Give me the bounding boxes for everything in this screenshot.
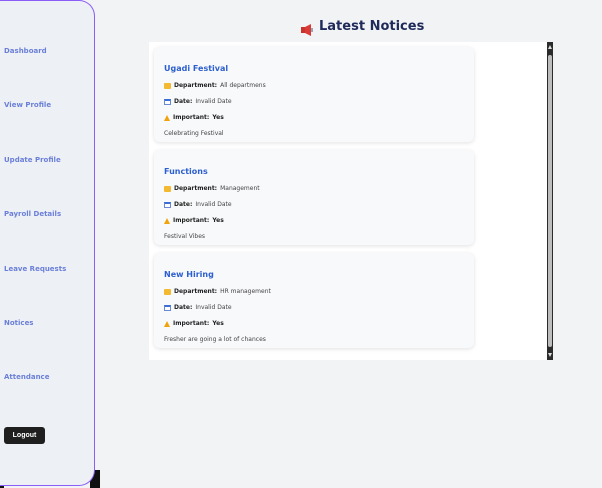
important-label: Important: <box>173 320 210 327</box>
date-value: Invalid Date <box>195 304 232 311</box>
notice-card: Ugadi Festival Department: All departmen… <box>154 47 474 142</box>
important-label: Important: <box>173 217 210 224</box>
folder-icon <box>164 185 171 192</box>
notice-department-row: Department: HR management <box>164 288 271 295</box>
page-title: Latest Notices <box>319 19 425 34</box>
notice-date-row: Date: Invalid Date <box>164 98 232 105</box>
calendar-icon <box>164 304 171 311</box>
notice-date-row: Date: Invalid Date <box>164 304 232 311</box>
date-label: Date: <box>174 304 193 311</box>
scroll-down-arrow-icon[interactable] <box>548 353 552 357</box>
warning-icon <box>164 114 170 121</box>
department-value: HR management <box>220 288 271 295</box>
department-label: Department: <box>174 288 218 295</box>
notice-date-row: Date: Invalid Date <box>164 201 232 208</box>
calendar-icon <box>164 98 171 105</box>
warning-icon <box>164 320 170 327</box>
notice-important-row: Important: Yes <box>164 217 224 224</box>
notice-title: Functions <box>164 167 208 176</box>
sidebar-item-view-profile[interactable]: View Profile <box>4 101 51 109</box>
important-value: Yes <box>212 217 224 224</box>
notice-department-row: Department: All departmens <box>164 82 266 89</box>
sidebar-item-dashboard[interactable]: Dashboard <box>4 47 47 55</box>
sidebar-item-attendance[interactable]: Attendance <box>4 373 49 381</box>
notice-card: Functions Department: Management Date: I… <box>154 150 474 245</box>
date-value: Invalid Date <box>195 201 232 208</box>
important-label: Important: <box>173 114 210 121</box>
scrollbar[interactable] <box>547 42 553 360</box>
logout-button[interactable]: Logout <box>4 427 45 444</box>
calendar-icon <box>164 201 171 208</box>
sidebar-item-leave-requests[interactable]: Leave Requests <box>4 265 66 273</box>
notice-department-row: Department: Management <box>164 185 260 192</box>
important-value: Yes <box>212 114 224 121</box>
notice-description: Festival Vibes <box>164 233 206 240</box>
page-header: Latest Notices <box>300 19 425 36</box>
department-value: All departmens <box>220 82 266 89</box>
folder-icon <box>164 82 171 89</box>
department-label: Department: <box>174 82 218 89</box>
notice-important-row: Important: Yes <box>164 320 224 327</box>
notice-description: Celebrating Festival <box>164 130 224 137</box>
folder-icon <box>164 288 171 295</box>
sidebar: Dashboard View Profile Update Profile Pa… <box>0 0 95 486</box>
important-value: Yes <box>212 320 224 327</box>
notices-panel: Ugadi Festival Department: All departmen… <box>149 42 553 360</box>
notice-title: Ugadi Festival <box>164 64 229 73</box>
date-value: Invalid Date <box>195 98 232 105</box>
scroll-up-arrow-icon[interactable] <box>548 45 552 49</box>
date-label: Date: <box>174 201 193 208</box>
sidebar-item-update-profile[interactable]: Update Profile <box>4 156 61 164</box>
department-label: Department: <box>174 185 218 192</box>
notice-important-row: Important: Yes <box>164 114 224 121</box>
notice-description: Fresher are going a lot of chances <box>164 336 266 343</box>
sidebar-item-notices[interactable]: Notices <box>4 319 33 327</box>
warning-icon <box>164 217 170 224</box>
megaphone-icon <box>300 21 314 36</box>
notice-card: New Hiring Department: HR management Dat… <box>154 253 474 348</box>
date-label: Date: <box>174 98 193 105</box>
notice-title: New Hiring <box>164 270 214 279</box>
scroll-thumb[interactable] <box>548 55 552 347</box>
sidebar-item-payroll-details[interactable]: Payroll Details <box>4 210 61 218</box>
department-value: Management <box>220 185 260 192</box>
